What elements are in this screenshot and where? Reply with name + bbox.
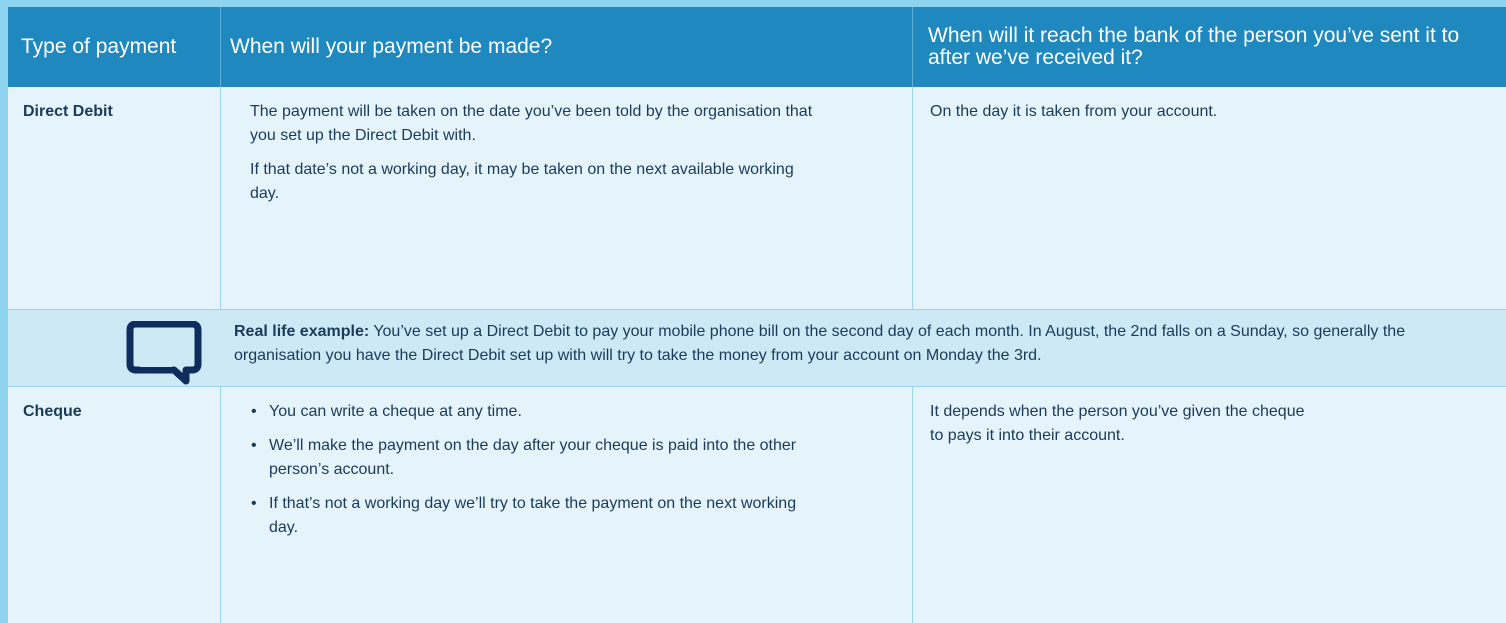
bullet-icon: • [251, 437, 257, 454]
column-divider [220, 387, 221, 623]
payment-type-cell: Cheque [23, 403, 82, 420]
list-item: • We’ll make the payment on the day after… [250, 434, 804, 482]
when-reach-cell: It depends when the person you’ve given … [930, 403, 1305, 444]
column-divider [912, 387, 913, 623]
when-made-paragraph: The payment will be taken on the date yo… [250, 103, 813, 144]
header-divider [912, 7, 913, 87]
header-when-reach-bank: When will it reach the bank of the perso… [928, 24, 1460, 69]
when-made-cell: • You can write a cheque at any time. • We… [250, 387, 810, 550]
example-label: Real life example: [234, 323, 370, 340]
when-made-paragraph: If that date’s not a working day, it may… [250, 161, 794, 202]
column-divider [912, 87, 913, 309]
list-item-text: If that’s not a working day we’ll try to… [269, 495, 797, 536]
payment-type-cell: Direct Debit [23, 103, 113, 120]
payment-timing-table: Type of payment When will your payment b… [8, 7, 1506, 623]
list-item: • You can write a cheque at any time. [250, 400, 804, 424]
list-item: • If that’s not a working day we’ll try t… [250, 492, 804, 540]
table-row-cheque: Cheque • You can write a cheque at any ti… [8, 387, 1506, 623]
left-accent-stripe [0, 0, 8, 623]
table-row-direct-debit: Direct Debit The payment will be taken o… [8, 87, 1506, 309]
when-made-bullet-list: • You can write a cheque at any time. • We… [250, 400, 810, 540]
speech-bubble-icon [126, 321, 202, 385]
example-text: Real life example: You’ve set up a Direc… [234, 320, 1434, 368]
top-accent-stripe [0, 0, 1506, 7]
real-life-example-banner: Real life example: You’ve set up a Direc… [8, 309, 1506, 387]
header-when-payment-made: When will your payment be made? [230, 35, 553, 58]
table-header: Type of payment When will your payment b… [8, 7, 1506, 87]
header-divider [220, 7, 221, 87]
list-item-text: You can write a cheque at any time. [269, 403, 522, 420]
header-type-of-payment: Type of payment [21, 35, 177, 58]
bullet-icon: • [251, 403, 257, 420]
when-made-cell: The payment will be taken on the date yo… [250, 87, 825, 216]
column-divider [220, 87, 221, 309]
when-reach-cell: On the day it is taken from your account… [930, 103, 1218, 120]
example-body: You’ve set up a Direct Debit to pay your… [234, 323, 1406, 364]
list-item-text: We’ll make the payment on the day after … [269, 437, 797, 478]
bullet-icon: • [251, 495, 257, 512]
